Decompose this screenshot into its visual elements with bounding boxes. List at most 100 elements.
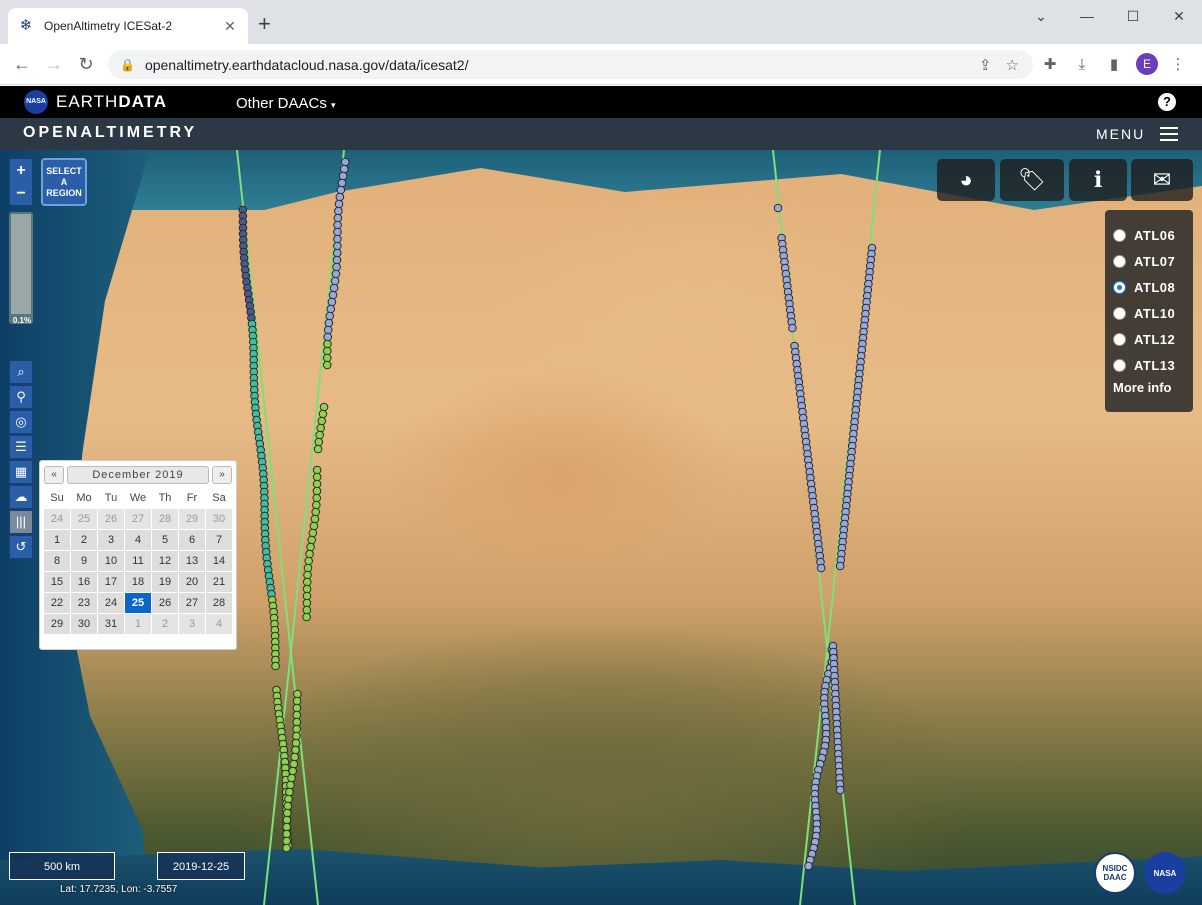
- nasa-logo-footer[interactable]: NASA: [1144, 852, 1186, 894]
- envelope-icon[interactable]: ✉: [1131, 159, 1193, 201]
- product-option[interactable]: ATL12: [1113, 326, 1185, 352]
- zoom-in-button[interactable]: +: [10, 159, 32, 182]
- nasa-logo[interactable]: NASA: [24, 90, 48, 114]
- globe-icon[interactable]: ◕: [937, 159, 995, 201]
- minimize-button[interactable]: —: [1064, 4, 1110, 28]
- calendar-day[interactable]: 20: [179, 572, 205, 592]
- calendar-day[interactable]: 3: [98, 530, 124, 550]
- tab-close-icon[interactable]: ✕: [222, 18, 238, 35]
- zoom-out-button[interactable]: −: [10, 182, 32, 205]
- product-radio[interactable]: [1113, 358, 1126, 372]
- reset-icon[interactable]: ↺: [9, 535, 33, 559]
- calendar-day[interactable]: 12: [152, 551, 178, 571]
- reload-button[interactable]: ↻: [74, 52, 98, 76]
- address-bar[interactable]: 🔒 openaltimetry.earthdatacloud.nasa.gov/…: [108, 50, 1033, 79]
- tab-search-chevron-icon[interactable]: ⌄: [1018, 4, 1064, 28]
- calendar-day[interactable]: 25: [71, 509, 97, 529]
- share-icon[interactable]: ⇪: [979, 56, 992, 74]
- other-daacs-dropdown[interactable]: Other DAACs ▾: [236, 95, 336, 112]
- calendar-day[interactable]: 29: [44, 614, 70, 634]
- marker-icon[interactable]: ⚲: [9, 385, 33, 409]
- tags-icon[interactable]: 🏷: [1000, 159, 1064, 201]
- calendar-day[interactable]: 27: [125, 509, 151, 529]
- month-title[interactable]: December 2019: [67, 466, 209, 484]
- forward-button[interactable]: →: [42, 52, 66, 76]
- new-tab-button[interactable]: +: [258, 12, 271, 36]
- search-icon[interactable]: ⌕: [9, 360, 33, 384]
- more-info-link[interactable]: More info: [1113, 380, 1185, 395]
- opacity-slider[interactable]: 0.1%: [9, 212, 33, 325]
- calendar-day[interactable]: 26: [98, 509, 124, 529]
- calendar-day[interactable]: 1: [125, 614, 151, 634]
- calendar-day[interactable]: 7: [206, 530, 232, 550]
- calendar-day[interactable]: 1: [44, 530, 70, 550]
- prev-month-button[interactable]: «: [44, 466, 64, 484]
- app-title[interactable]: OPENALTIMETRY: [23, 124, 197, 142]
- info-icon[interactable]: ℹ: [1069, 159, 1127, 201]
- calendar-day[interactable]: 19: [152, 572, 178, 592]
- nsidc-daac-logo[interactable]: NSIDC DAAC: [1094, 852, 1136, 894]
- extensions-icon[interactable]: ✚: [1038, 53, 1062, 77]
- calendar-day[interactable]: 13: [179, 551, 205, 571]
- product-option[interactable]: ATL10: [1113, 300, 1185, 326]
- calendar-day[interactable]: 4: [206, 614, 232, 634]
- calendar-day[interactable]: 24: [44, 509, 70, 529]
- product-radio[interactable]: [1113, 228, 1126, 242]
- product-option[interactable]: ATL13: [1113, 352, 1185, 378]
- calendar-day[interactable]: 30: [206, 509, 232, 529]
- calendar-day[interactable]: 2: [71, 530, 97, 550]
- menu-label[interactable]: MENU: [1096, 126, 1145, 142]
- barcode-icon[interactable]: |||: [9, 510, 33, 534]
- hamburger-menu-icon[interactable]: [1160, 127, 1178, 141]
- calendar-day[interactable]: 10: [98, 551, 124, 571]
- calendar-day[interactable]: 24: [98, 593, 124, 613]
- calendar-day[interactable]: 31: [98, 614, 124, 634]
- product-radio[interactable]: [1113, 280, 1126, 294]
- calendar-day[interactable]: 25: [125, 593, 151, 613]
- help-icon[interactable]: ?: [1158, 93, 1176, 111]
- maximize-button[interactable]: ☐: [1110, 4, 1156, 28]
- calendar-day[interactable]: 14: [206, 551, 232, 571]
- calendar-day[interactable]: 29: [179, 509, 205, 529]
- product-option[interactable]: ATL06: [1113, 222, 1185, 248]
- profile-avatar[interactable]: E: [1136, 53, 1158, 75]
- calendar-day[interactable]: 26: [152, 593, 178, 613]
- list-icon[interactable]: ☰: [9, 435, 33, 459]
- next-month-button[interactable]: »: [212, 466, 232, 484]
- calendar-day[interactable]: 18: [125, 572, 151, 592]
- calendar-day[interactable]: 4: [125, 530, 151, 550]
- calendar-day[interactable]: 27: [179, 593, 205, 613]
- calendar-day[interactable]: 9: [71, 551, 97, 571]
- product-radio[interactable]: [1113, 332, 1126, 346]
- target-icon[interactable]: ◎: [9, 410, 33, 434]
- product-option[interactable]: ATL08: [1113, 274, 1185, 300]
- calendar-icon[interactable]: ▦: [9, 460, 33, 484]
- calendar-day[interactable]: 8: [44, 551, 70, 571]
- calendar-day[interactable]: 16: [71, 572, 97, 592]
- calendar-day[interactable]: 11: [125, 551, 151, 571]
- browser-menu-icon[interactable]: ⋮: [1166, 53, 1190, 77]
- calendar-day[interactable]: 30: [71, 614, 97, 634]
- earthdata-brand[interactable]: EARTHDATA: [56, 92, 167, 112]
- calendar-day[interactable]: 28: [206, 593, 232, 613]
- calendar-day[interactable]: 5: [152, 530, 178, 550]
- calendar-day[interactable]: 17: [98, 572, 124, 592]
- calendar-day[interactable]: 28: [152, 509, 178, 529]
- product-radio[interactable]: [1113, 254, 1126, 268]
- close-window-button[interactable]: ✕: [1156, 4, 1202, 28]
- browser-tab[interactable]: ❄ OpenAltimetry ICESat-2 ✕: [8, 8, 248, 44]
- select-region-button[interactable]: SELECT A REGION: [41, 158, 87, 206]
- calendar-day[interactable]: 3: [179, 614, 205, 634]
- back-button[interactable]: ←: [10, 52, 34, 76]
- product-option[interactable]: ATL07: [1113, 248, 1185, 274]
- bookmark-star-icon[interactable]: ☆: [1006, 56, 1019, 74]
- product-radio[interactable]: [1113, 306, 1126, 320]
- download-icon[interactable]: ⤓: [1070, 53, 1094, 77]
- calendar-day[interactable]: 23: [71, 593, 97, 613]
- cloud-icon[interactable]: ☁: [9, 485, 33, 509]
- sidepanel-icon[interactable]: ▮: [1102, 53, 1126, 77]
- calendar-day[interactable]: 15: [44, 572, 70, 592]
- calendar-day[interactable]: 2: [152, 614, 178, 634]
- calendar-day[interactable]: 21: [206, 572, 232, 592]
- map-canvas[interactable]: + − SELECT A REGION 0.1% ⌕ ⚲ ◎ ☰ ▦ ☁ |||…: [0, 150, 1202, 905]
